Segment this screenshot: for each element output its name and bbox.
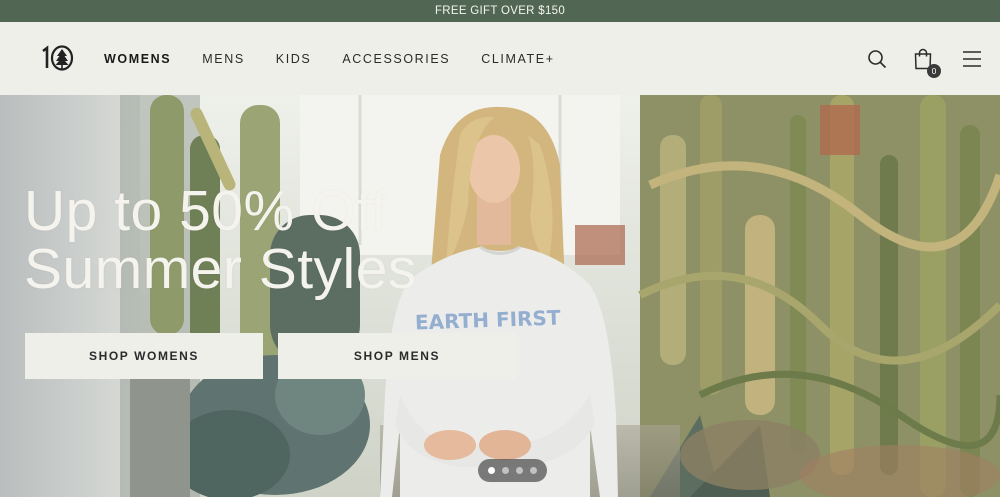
cart-count-badge: 0 — [927, 63, 941, 78]
nav-item-mens[interactable]: MENS — [202, 52, 245, 66]
promo-banner[interactable]: FREE GIFT OVER $150 — [0, 0, 1000, 22]
carousel-dot-4[interactable] — [530, 467, 537, 474]
hamburger-menu-icon — [963, 50, 981, 67]
site-header: WOMENS MENS KIDS ACCESSORIES CLIMATE+ 0 — [0, 22, 1000, 95]
hero-headline-line2: Summer Styles — [24, 237, 417, 301]
main-nav: WOMENS MENS KIDS ACCESSORIES CLIMATE+ — [104, 22, 586, 95]
hero-headline-line1: Up to 50% Off — [24, 179, 388, 243]
nav-item-accessories[interactable]: ACCESSORIES — [342, 52, 450, 66]
carousel-dot-1[interactable] — [488, 467, 495, 474]
carousel-pagination — [478, 459, 547, 482]
cart-button[interactable]: 0 — [912, 47, 941, 78]
hero-headline: Up to 50% Off Summer Styles — [24, 182, 417, 298]
header-actions: 0 — [866, 22, 982, 95]
search-button[interactable] — [866, 48, 888, 70]
carousel-dot-2[interactable] — [502, 467, 509, 474]
promo-text[interactable]: FREE GIFT OVER $150 — [435, 5, 565, 17]
shop-womens-button[interactable]: SHOP WOMENS — [25, 333, 263, 379]
carousel-dot-3[interactable] — [516, 467, 523, 474]
shop-mens-button[interactable]: SHOP MENS — [278, 333, 516, 379]
nav-item-climate[interactable]: CLIMATE+ — [481, 52, 554, 66]
nav-item-kids[interactable]: KIDS — [276, 52, 312, 66]
nav-item-womens[interactable]: WOMENS — [104, 52, 171, 66]
logo-icon — [42, 45, 74, 71]
search-icon — [868, 49, 887, 68]
menu-button[interactable] — [962, 50, 982, 68]
sweatshirt-print: EARTH FIRST — [415, 305, 562, 334]
brand-logo[interactable] — [40, 44, 76, 72]
hero-banner[interactable]: EARTH FIRST Up to 50% Off Summer Styles … — [0, 95, 1000, 497]
